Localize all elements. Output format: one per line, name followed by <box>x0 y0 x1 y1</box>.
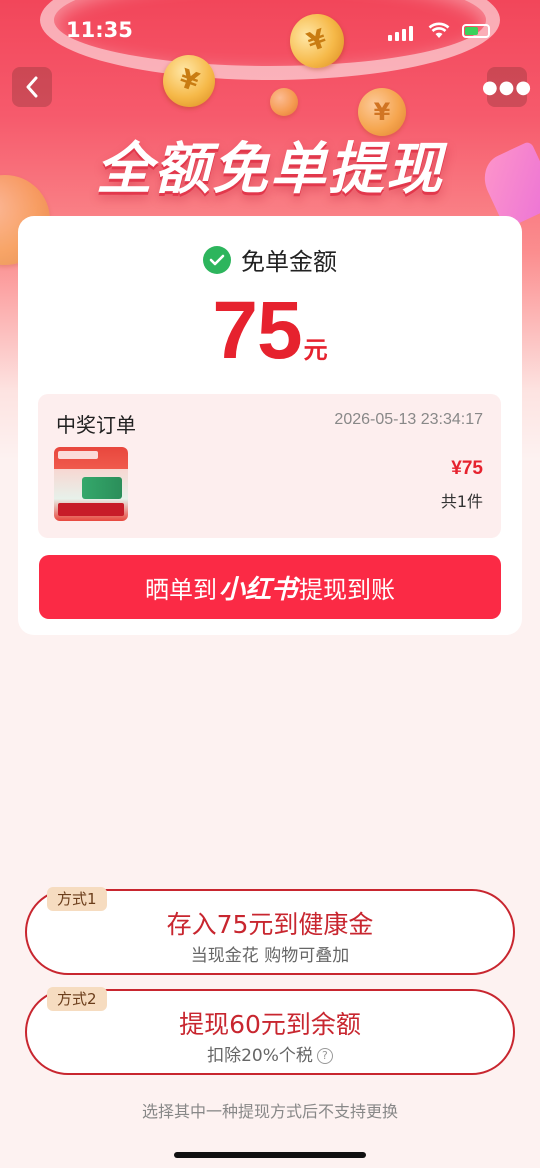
option-subtitle: 当现金花 购物可叠加 <box>190 946 350 966</box>
more-button[interactable]: ●●● <box>482 67 531 107</box>
order-title: 中奖订单 <box>56 413 136 437</box>
order-price: ¥75 <box>451 458 483 479</box>
product-thumbnail[interactable] <box>54 447 128 521</box>
amount-unit: 元 <box>303 336 328 364</box>
share-to-xiaohongshu-button[interactable]: 晒单到 小红书 提现到账 <box>39 555 501 619</box>
more-dots-icon: ●●● <box>481 76 533 98</box>
help-icon[interactable]: ? <box>316 1048 333 1064</box>
free-order-card: 免单金额 75元 中奖订单 2026-05-13 23:34:17 ¥75 共1… <box>18 216 522 635</box>
share-suffix: 提现到账 <box>299 575 395 604</box>
status-bar: 11:35 <box>0 18 540 46</box>
xiaohongshu-logo: 小红书 <box>218 574 297 605</box>
option-title: 提现60元到余额 <box>179 1010 361 1039</box>
withdraw-option-health-fund[interactable]: 方式1 存入75元到健康金 当现金花 购物可叠加 <box>25 887 515 975</box>
page-title: 全额免单提现 <box>96 137 444 202</box>
amount-number: 75 <box>212 285 302 376</box>
home-indicator[interactable] <box>174 1152 366 1158</box>
back-button[interactable] <box>12 67 52 107</box>
wifi-icon <box>428 22 450 38</box>
order-time: 2026-05-13 23:34:17 <box>334 411 483 428</box>
battery-icon <box>462 24 490 38</box>
amount-header: 免单金额 <box>18 242 522 277</box>
footer-note: 选择其中一种提现方式后不支持更换 <box>141 1102 398 1121</box>
check-icon <box>203 245 231 274</box>
chevron-left-icon <box>26 76 38 98</box>
signal-icon <box>388 23 413 41</box>
option-title: 存入75元到健康金 <box>166 910 374 939</box>
share-prefix: 晒单到 <box>144 575 217 604</box>
option-subtitle: 扣除20%个税 <box>207 1046 313 1066</box>
status-time: 11:35 <box>66 18 133 42</box>
coin-icon <box>270 88 298 116</box>
option-subtitle-row: 扣除20%个税? <box>27 1041 513 1066</box>
withdraw-option-balance[interactable]: 方式2 提现60元到余额 扣除20%个税? <box>25 987 515 1075</box>
order-info[interactable]: 中奖订单 2026-05-13 23:34:17 ¥75 共1件 <box>38 394 501 538</box>
amount-label: 免单金额 <box>241 248 337 276</box>
order-quantity: 共1件 <box>440 492 483 511</box>
amount-value: 75元 <box>18 284 522 378</box>
